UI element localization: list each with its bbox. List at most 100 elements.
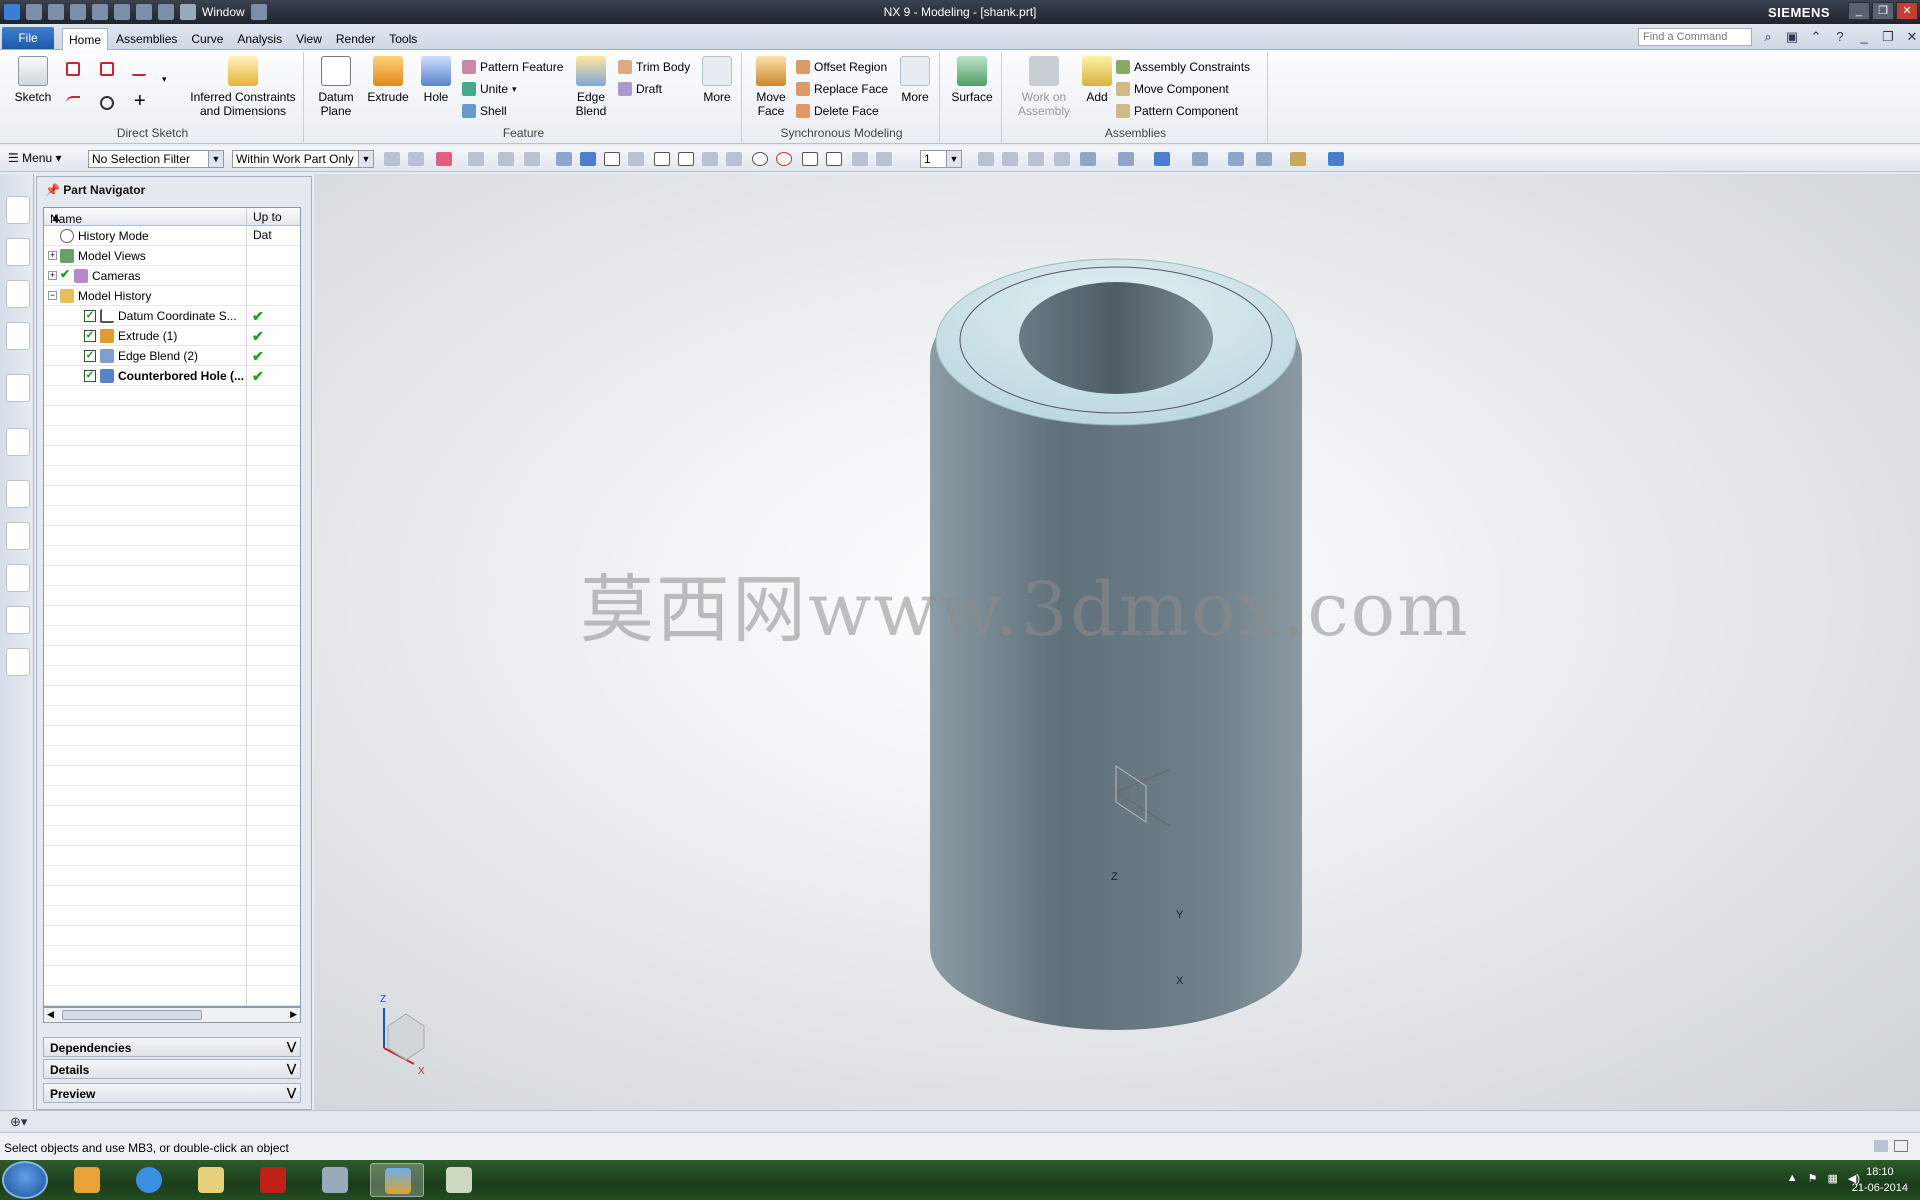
- extrude-button[interactable]: Extrude: [364, 56, 412, 104]
- layer-dropdown[interactable]: 1 ▼: [920, 150, 962, 168]
- view-triad-icon[interactable]: [1328, 152, 1344, 166]
- clip-section-icon[interactable]: [1192, 152, 1208, 166]
- start-button[interactable]: [2, 1161, 48, 1199]
- window-layout-icon[interactable]: [1894, 1140, 1908, 1152]
- restore-button[interactable]: ❐: [1872, 2, 1894, 20]
- rendering-style-icon[interactable]: [1154, 152, 1170, 166]
- tree-row-model-views[interactable]: + Model Views: [44, 246, 300, 266]
- column-header-up-to-date[interactable]: Up to Dat: [246, 208, 300, 242]
- help-icon[interactable]: ?: [1832, 29, 1848, 45]
- selection-options-icon[interactable]: ⊕▾: [10, 1114, 27, 1130]
- orient-view-icon[interactable]: [1118, 152, 1134, 166]
- search-icon[interactable]: ⌕: [1760, 29, 1776, 45]
- pan-icon[interactable]: [1054, 152, 1070, 166]
- fit-screen-icon[interactable]: ▣: [1784, 29, 1800, 45]
- select-all-icon[interactable]: [436, 152, 452, 166]
- taskbar-clock[interactable]: 18:10 21-06-2014: [1852, 1164, 1908, 1196]
- scrollbar-thumb[interactable]: [62, 1010, 202, 1020]
- sketch-button[interactable]: Sketch: [8, 56, 58, 104]
- visibility-checkbox[interactable]: ✓: [84, 330, 96, 342]
- file-menu-button[interactable]: File: [2, 27, 54, 49]
- intersection-icon[interactable]: [726, 152, 742, 166]
- full-screen-icon[interactable]: [1874, 1140, 1888, 1152]
- tree-row-counterbored-hole[interactable]: ✓ Counterbored Hole (... ✔: [44, 366, 300, 386]
- profile-icon[interactable]: [66, 62, 80, 76]
- column-header-name[interactable]: Name ▲: [50, 210, 82, 226]
- taskbar-app-calculator[interactable]: [308, 1163, 362, 1197]
- tab-curve[interactable]: Curve: [185, 28, 229, 51]
- unite-button[interactable]: Unite ▾: [462, 80, 517, 98]
- tree-row-history-mode[interactable]: History Mode: [44, 226, 300, 246]
- minimize-doc-icon[interactable]: _: [1856, 29, 1872, 45]
- tab-tools[interactable]: Tools: [383, 28, 423, 51]
- taskbar-app-explorer[interactable]: [60, 1163, 114, 1197]
- display-mode-icon[interactable]: [1080, 152, 1096, 166]
- arc-icon[interactable]: [66, 96, 80, 110]
- find-command-input[interactable]: [1638, 28, 1752, 46]
- graphics-window[interactable]: Z Y X Z X 莫西网www.3dmox.com: [314, 174, 1920, 1110]
- unite-dropdown-icon[interactable]: ▾: [512, 84, 517, 95]
- add-component-button[interactable]: Add: [1080, 56, 1114, 104]
- zoom-icon[interactable]: [1002, 152, 1018, 166]
- collapse-ribbon-icon[interactable]: ⌃: [1808, 29, 1824, 45]
- visibility-checkbox[interactable]: ✓: [84, 310, 96, 322]
- wcs-icon[interactable]: [1256, 152, 1272, 166]
- preview-panel[interactable]: Preview ⋁: [43, 1083, 301, 1103]
- hole-face[interactable]: [1019, 282, 1213, 394]
- scroll-left-icon[interactable]: ◀: [47, 1009, 54, 1020]
- close-button[interactable]: ✕: [1896, 2, 1918, 20]
- taskbar-app-ie[interactable]: [122, 1163, 176, 1197]
- work-on-assembly-button[interactable]: Work on Assembly: [1012, 56, 1076, 118]
- draft-button[interactable]: Draft: [618, 80, 662, 98]
- solid-body-icon[interactable]: [580, 152, 596, 166]
- edge-blend-button[interactable]: Edge Blend: [568, 56, 614, 118]
- tab-render[interactable]: Render: [330, 28, 381, 51]
- process-studio-icon[interactable]: [6, 522, 30, 550]
- shell-button[interactable]: Shell: [462, 102, 507, 120]
- sync-more-button[interactable]: More: [896, 56, 934, 104]
- dependencies-panel[interactable]: Dependencies ⋁: [43, 1037, 301, 1057]
- existing-point-icon[interactable]: [802, 152, 818, 166]
- expand-icon[interactable]: +: [48, 251, 57, 260]
- pattern-feature-button[interactable]: Pattern Feature: [462, 58, 563, 76]
- midpoint-snap-icon[interactable]: [678, 152, 694, 166]
- cylinder-body[interactable]: [930, 359, 1302, 1030]
- flag-icon[interactable]: ⚑: [1808, 1172, 1818, 1185]
- inferred-constraints-button[interactable]: Inferred Constraints and Dimensions: [188, 56, 298, 118]
- history-icon[interactable]: [6, 480, 30, 508]
- tab-assemblies[interactable]: Assemblies: [110, 28, 183, 51]
- gallery-expand-icon[interactable]: ▾: [162, 74, 167, 85]
- tab-home[interactable]: Home: [62, 28, 109, 51]
- offset-region-button[interactable]: Offset Region: [796, 58, 887, 76]
- move-component-button[interactable]: Move Component: [1116, 80, 1229, 98]
- surface-button[interactable]: Surface: [948, 56, 996, 104]
- hd3d-tools-icon[interactable]: [6, 374, 30, 402]
- control-point-icon[interactable]: [702, 152, 718, 166]
- manufacturing-wizards-icon[interactable]: [6, 564, 30, 592]
- endpoint-snap-icon[interactable]: [654, 152, 670, 166]
- details-panel[interactable]: Details ⋁: [43, 1059, 301, 1079]
- show-hide-icon[interactable]: [1290, 152, 1306, 166]
- circle-icon[interactable]: [100, 96, 114, 110]
- point-on-face-icon[interactable]: [852, 152, 868, 166]
- selection-scope-dropdown[interactable]: Within Work Part Only ▼: [232, 150, 374, 168]
- edit-section-icon[interactable]: [1228, 152, 1244, 166]
- assembly-constraints-button[interactable]: Assembly Constraints: [1116, 58, 1250, 76]
- hole-button[interactable]: Hole: [416, 56, 456, 104]
- show-hidden-icons-icon[interactable]: ▲: [1787, 1172, 1798, 1185]
- visibility-checkbox[interactable]: ✓: [84, 370, 96, 382]
- tree-row-datum-csys[interactable]: ✓ Datum Coordinate S... ✔: [44, 306, 300, 326]
- body-selection-icon[interactable]: [556, 152, 572, 166]
- menu-button[interactable]: ☰ Menu ▾: [8, 151, 61, 165]
- horizontal-scrollbar[interactable]: ◀ ▶: [43, 1007, 301, 1023]
- point-on-curve-icon[interactable]: [826, 152, 842, 166]
- assembly-navigator-icon[interactable]: [6, 196, 30, 224]
- datum-plane-button[interactable]: Datum Plane: [314, 56, 358, 118]
- replace-face-button[interactable]: Replace Face: [796, 80, 888, 98]
- taskbar-app-acrobat[interactable]: [246, 1163, 300, 1197]
- feature-more-button[interactable]: More: [698, 56, 736, 104]
- general-selection-icon[interactable]: [384, 152, 400, 166]
- reuse-library-icon[interactable]: [6, 322, 30, 350]
- point-icon[interactable]: +: [134, 90, 146, 113]
- snap-point-icon[interactable]: [604, 152, 620, 166]
